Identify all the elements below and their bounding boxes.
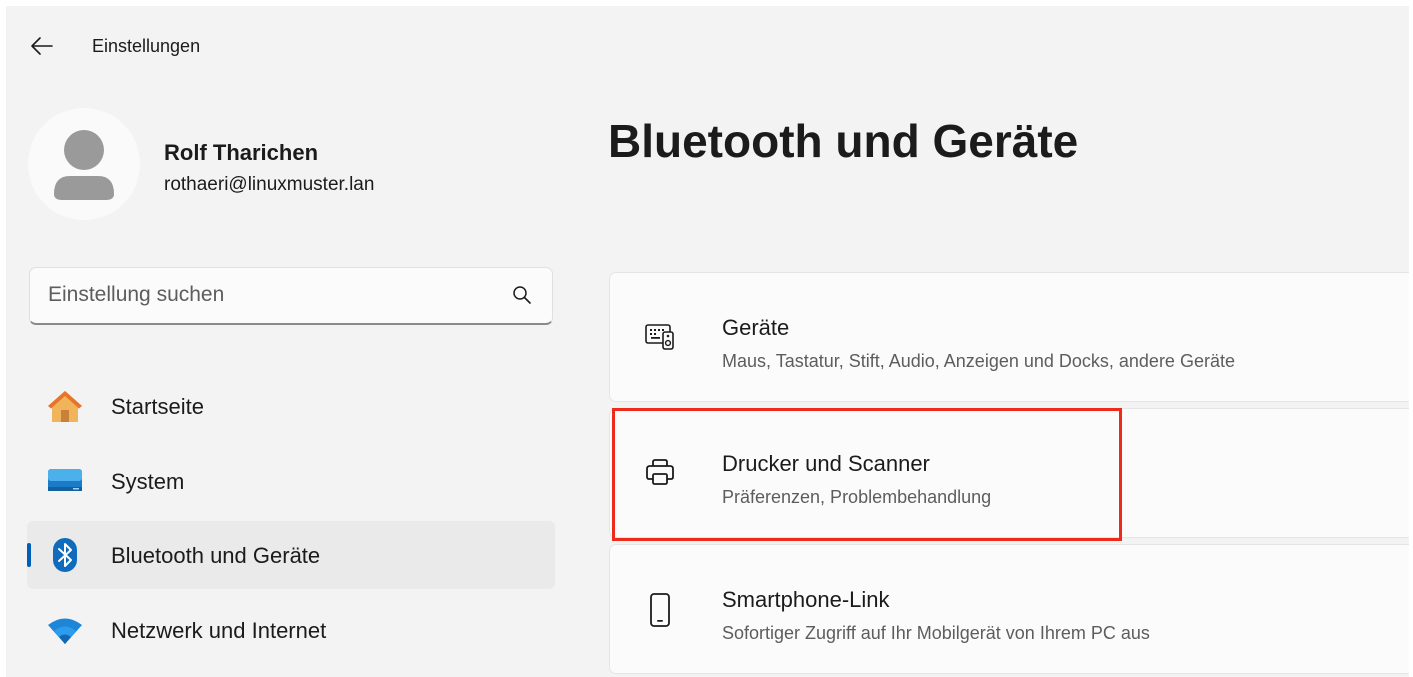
bluetooth-icon: [45, 537, 85, 573]
settings-window: Einstellungen Rolf Tharichen rothaeri@li…: [6, 6, 1409, 677]
home-icon: [45, 388, 85, 424]
page-title: Bluetooth und Geräte: [608, 115, 1079, 167]
user-name: Rolf Tharichen: [164, 140, 319, 165]
search-box[interactable]: [29, 267, 553, 325]
selection-indicator: [27, 543, 31, 567]
search-icon[interactable]: [512, 285, 532, 305]
card-title: Drucker und Scanner: [722, 451, 930, 476]
card-title: Geräte: [722, 315, 790, 340]
smartphone-icon: [640, 590, 680, 630]
card-subtitle: Maus, Tastatur, Stift, Audio, Anzeigen u…: [722, 351, 1235, 371]
app-title: Einstellungen: [92, 36, 201, 56]
sidebar-item-label: System: [111, 469, 185, 494]
card-subtitle: Präferenzen, Problembehandlung: [722, 487, 992, 507]
card-title: Smartphone-Link: [722, 587, 890, 612]
back-button[interactable]: [26, 32, 58, 60]
devices-icon: [640, 316, 680, 356]
sidebar-item-startseite[interactable]: Startseite: [27, 372, 555, 440]
monitor-icon: [45, 463, 85, 499]
user-email: rothaeri@linuxmuster.lan: [164, 174, 375, 195]
sidebar-item-label: Bluetooth und Geräte: [111, 543, 321, 568]
sidebar-item-netzwerk[interactable]: Netzwerk und Internet: [27, 596, 555, 664]
card-geraete[interactable]: Geräte Maus, Tastatur, Stift, Audio, Anz…: [609, 272, 1409, 402]
printer-icon: [640, 452, 680, 492]
sidebar-item-label: Netzwerk und Internet: [111, 618, 327, 643]
search-input[interactable]: [48, 280, 488, 310]
wifi-icon: [45, 612, 85, 648]
sidebar-item-bluetooth[interactable]: Bluetooth und Geräte: [27, 521, 555, 589]
card-smartphone-link[interactable]: Smartphone-Link Sofortiger Zugriff auf I…: [609, 544, 1409, 674]
card-drucker-scanner[interactable]: Drucker und Scanner Präferenzen, Problem…: [609, 408, 1409, 538]
sidebar-item-system[interactable]: System: [27, 447, 555, 515]
card-subtitle: Sofortiger Zugriff auf Ihr Mobilgerät vo…: [722, 623, 1150, 643]
sidebar-item-label: Startseite: [111, 394, 204, 419]
avatar[interactable]: [28, 108, 140, 220]
person-icon: [54, 130, 114, 200]
arrow-left-icon: [31, 37, 53, 55]
